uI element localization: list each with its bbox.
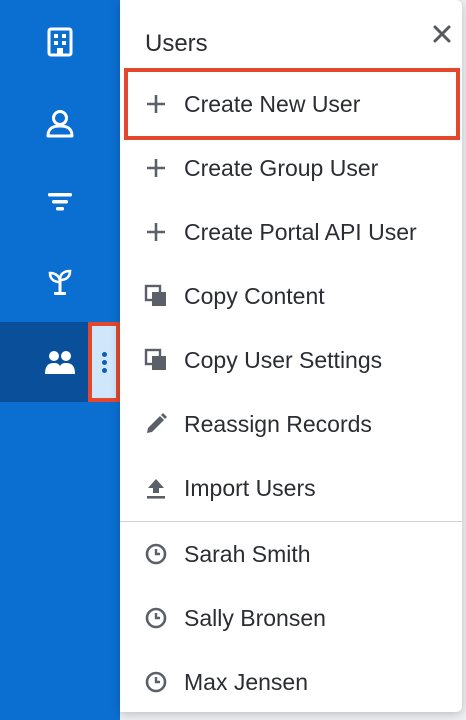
recent-user-item[interactable]: Max Jensen xyxy=(120,650,462,714)
close-icon xyxy=(432,24,452,49)
menu-item-label: Sarah Smith xyxy=(184,540,311,567)
clock-icon xyxy=(142,540,170,568)
sidebar-item-contacts[interactable] xyxy=(0,92,120,156)
menu-item-label: Copy User Settings xyxy=(184,346,383,373)
recent-user-item[interactable]: Sarah Smith xyxy=(120,522,462,586)
close-button[interactable] xyxy=(428,22,456,50)
recent-user-item[interactable]: Sally Bronsen xyxy=(120,586,462,650)
menu-item-reassign-records[interactable]: Reassign Records xyxy=(120,392,462,456)
pencil-icon xyxy=(142,410,170,438)
sprout-icon xyxy=(40,262,80,302)
users-dropdown-menu: Users Create New User Create Group User … xyxy=(120,0,462,712)
menu-item-create-group-user[interactable]: Create Group User xyxy=(120,136,462,200)
plus-icon xyxy=(142,154,170,182)
building-icon xyxy=(40,22,80,62)
copy-icon xyxy=(142,282,170,310)
copy-icon xyxy=(142,346,170,374)
menu-item-label: Copy Content xyxy=(184,282,325,309)
menu-item-create-portal-api-user[interactable]: Create Portal API User xyxy=(120,200,462,264)
menu-item-import-users[interactable]: Import Users xyxy=(120,456,462,520)
user-icon xyxy=(40,104,80,144)
kebab-icon xyxy=(101,351,107,373)
users-icon xyxy=(40,342,80,382)
sidebar-item-accounts[interactable] xyxy=(0,10,120,74)
plus-icon xyxy=(142,90,170,118)
menu-item-label: Create Group User xyxy=(184,154,379,181)
clock-icon xyxy=(142,604,170,632)
clock-icon xyxy=(142,668,170,696)
menu-item-copy-content[interactable]: Copy Content xyxy=(120,264,462,328)
menu-title: Users xyxy=(145,30,208,57)
plus-icon xyxy=(142,218,170,246)
filter-icon xyxy=(40,182,80,222)
users-actions-kebab-button[interactable] xyxy=(88,322,120,402)
menu-item-label: Reassign Records xyxy=(184,410,372,437)
menu-item-label: Create Portal API User xyxy=(184,218,417,245)
menu-divider xyxy=(120,521,462,522)
upload-icon xyxy=(142,474,170,502)
menu-item-label: Max Jensen xyxy=(184,668,309,695)
sidebar-item-opportunities[interactable] xyxy=(0,250,120,314)
sidebar-item-leads[interactable] xyxy=(0,170,120,234)
menu-item-create-new-user[interactable]: Create New User xyxy=(120,72,462,136)
menu-item-label: Sally Bronsen xyxy=(184,604,326,631)
menu-item-copy-user-settings[interactable]: Copy User Settings xyxy=(120,328,462,392)
menu-item-label: Create New User xyxy=(184,90,361,117)
menu-item-label: Import Users xyxy=(184,474,316,501)
